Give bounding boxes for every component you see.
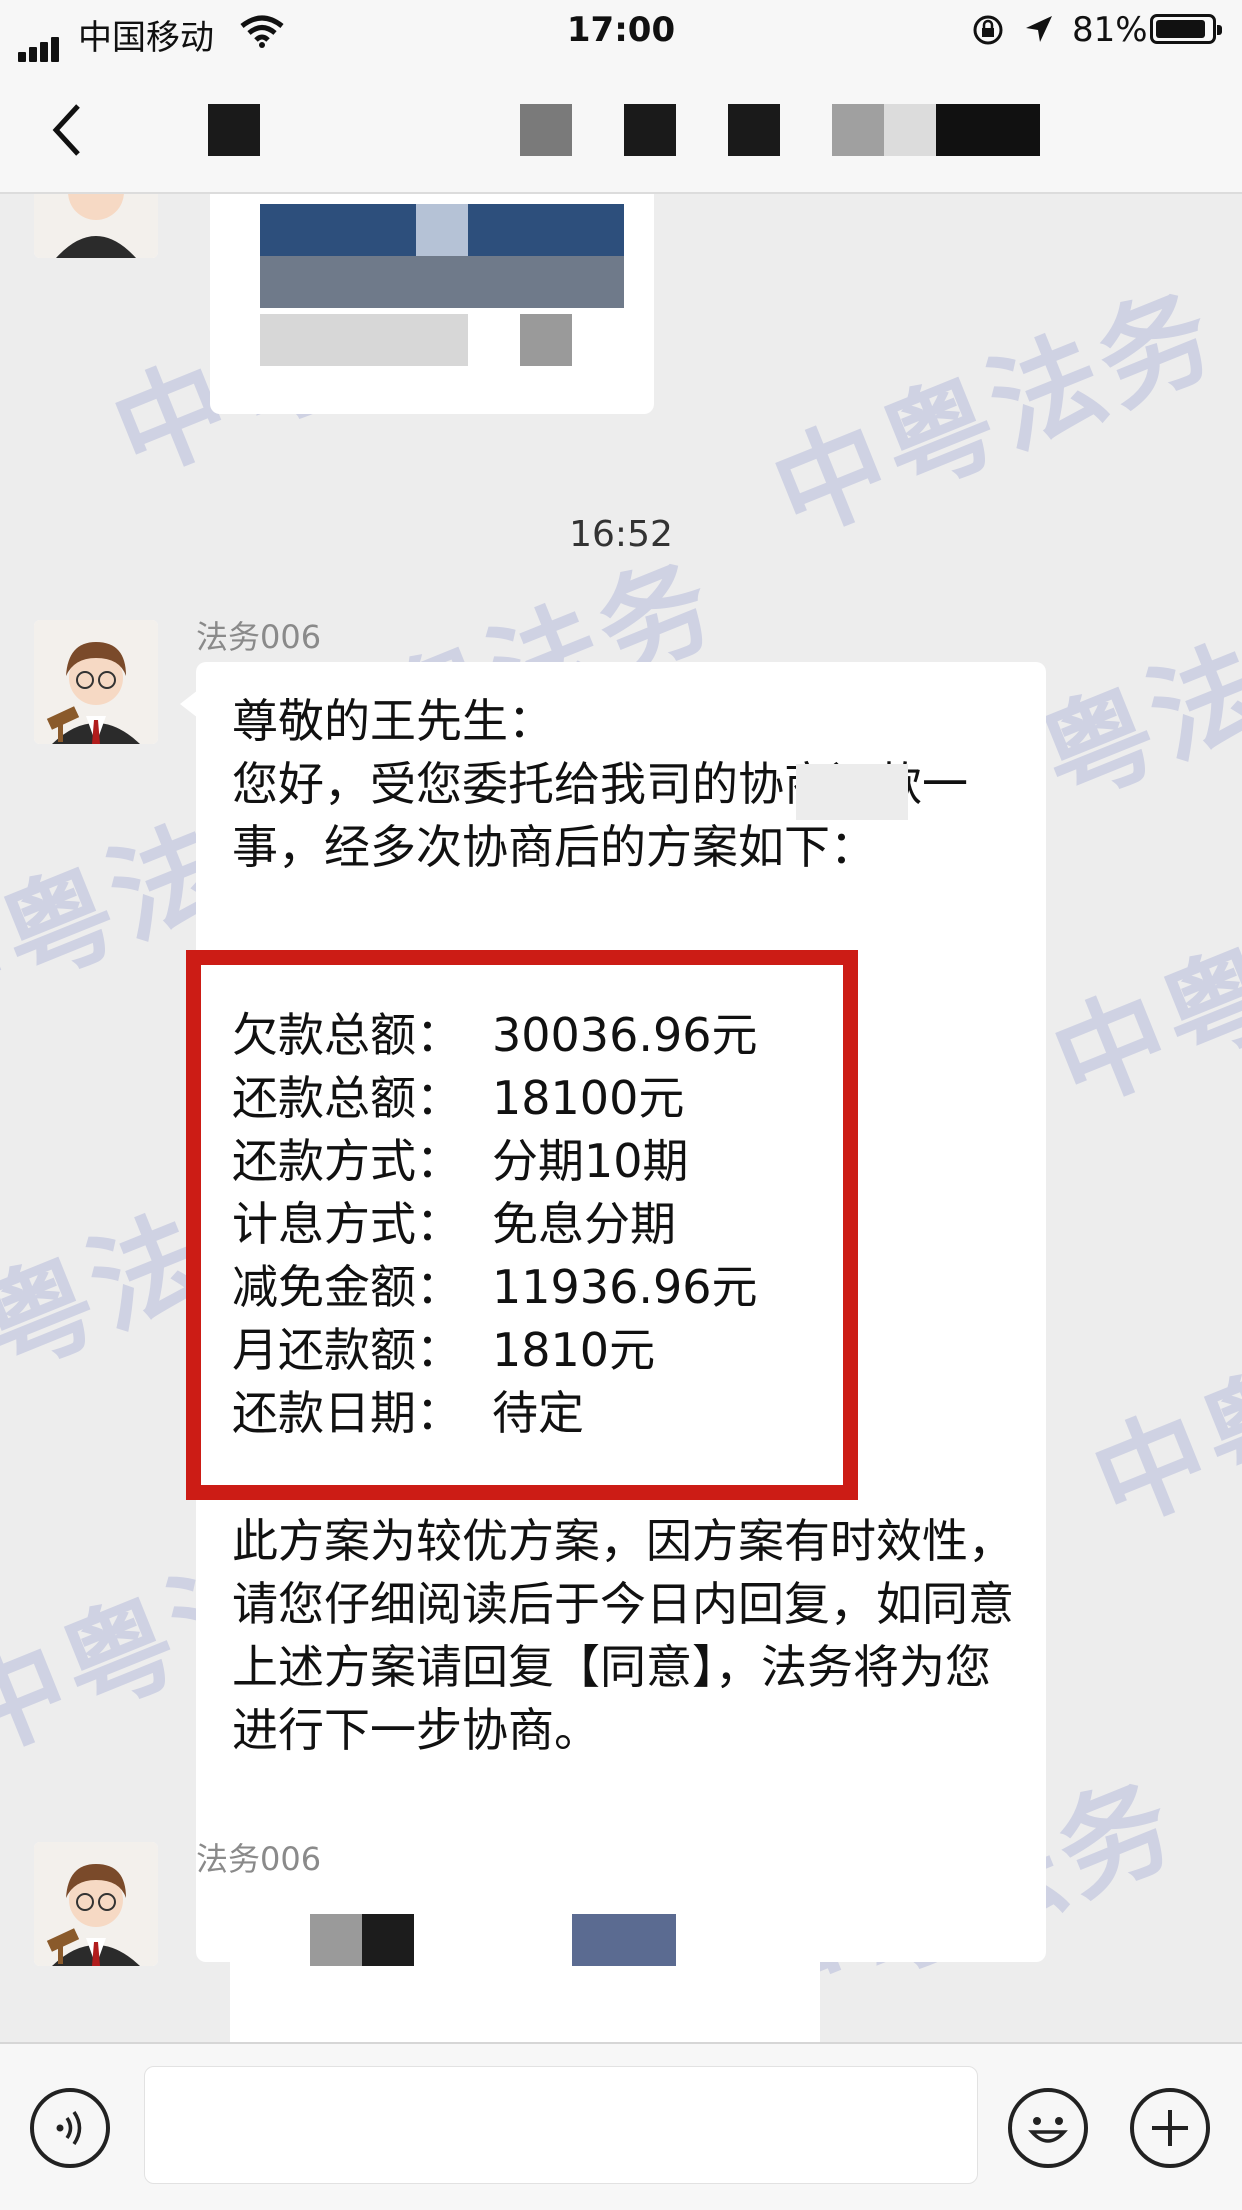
chat-header (0, 62, 1242, 194)
status-bar: 中国移动 17:00 81% (0, 0, 1242, 62)
plan-row-repay-total: 还款总额： 18100元 (232, 1071, 685, 1125)
sender-name: 法务006 (196, 1840, 322, 1878)
plan-row-monthly-payment: 月还款额： 1810元 (232, 1323, 656, 1377)
battery-icon (1150, 14, 1222, 44)
input-bar (0, 2042, 1242, 2210)
message-closing: 此方案为较优方案，因方案有时效性，请您仔细阅读后于今日内回复，如同意上述方案请回… (232, 1514, 1014, 1757)
message-bubble[interactable] (230, 1914, 820, 2042)
voice-icon[interactable] (30, 2088, 110, 2168)
plan-row-interest-method: 计息方式： 免息分期 (232, 1197, 676, 1251)
time-divider: 16:52 (569, 514, 673, 555)
plan-row-repay-method: 还款方式： 分期10期 (232, 1134, 689, 1188)
location-arrow-icon (1026, 16, 1052, 42)
bubble-tail (180, 690, 198, 718)
watermark: 中粤法务 (1076, 1257, 1242, 1550)
redacted-text (796, 764, 908, 820)
battery-percent: 81% (1072, 10, 1148, 50)
rotation-lock-icon (973, 15, 1003, 45)
message-input[interactable] (144, 2066, 978, 2184)
plus-icon[interactable] (1130, 2088, 1210, 2168)
avatar[interactable] (34, 194, 158, 258)
chat-messages[interactable]: 中粤法务 中粤法务 中粤法务 中粤法务 中粤法务 中粤法务 中粤法务 中粤法务 … (0, 194, 1242, 2042)
chat-title-redacted (0, 104, 1242, 156)
message-greeting: 尊敬的王先生： (232, 694, 554, 748)
watermark: 中粤法务 (1036, 837, 1242, 1130)
avatar[interactable] (34, 1842, 158, 1966)
image-message[interactable] (210, 194, 654, 414)
plan-row-repay-date: 还款日期： 待定 (232, 1386, 584, 1440)
emoji-icon[interactable] (1008, 2088, 1088, 2168)
avatar[interactable] (34, 620, 158, 744)
plan-row-waived-amount: 减免金额： 11936.96元 (232, 1260, 758, 1314)
plan-row-debt-total: 欠款总额： 30036.96元 (232, 1008, 758, 1062)
sender-name: 法务006 (196, 618, 322, 656)
